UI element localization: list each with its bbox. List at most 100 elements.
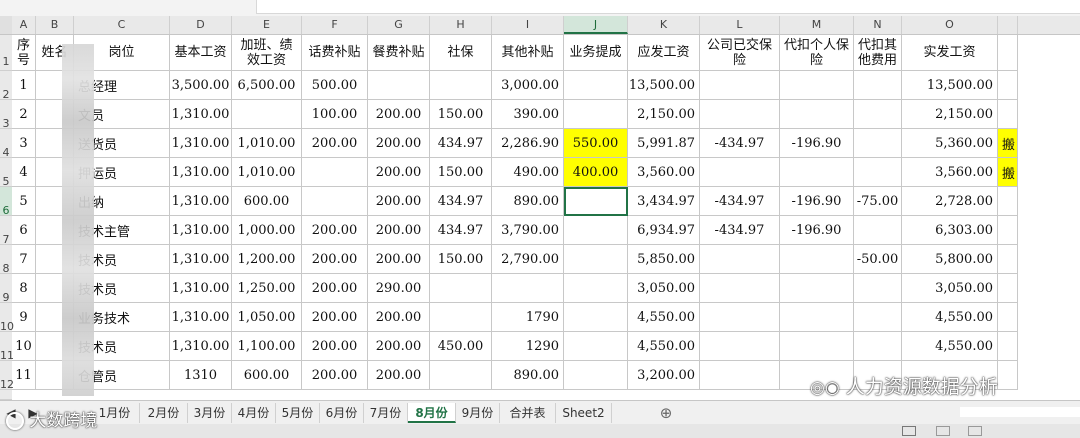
cell-company-insurance[interactable]: -434.97 — [700, 129, 780, 158]
cell-personal-insurance[interactable] — [780, 158, 854, 187]
cell-seq[interactable]: 7 — [12, 245, 36, 274]
cell-column-p[interactable] — [998, 274, 1018, 303]
row-header-1[interactable]: 1 — [0, 35, 12, 71]
cell-other-deductions[interactable] — [854, 303, 902, 332]
cell-column-p[interactable] — [998, 216, 1018, 245]
sheet-tab-3[interactable]: 3月份 — [188, 403, 232, 423]
cell-base-pay[interactable]: 1,310.00 — [170, 216, 232, 245]
cell-meal-allowance[interactable]: 200.00 — [368, 245, 430, 274]
row-header-13[interactable] — [0, 390, 12, 400]
cell-overtime-pay[interactable]: 600.00 — [232, 361, 302, 390]
cell-phone-allowance[interactable] — [302, 158, 368, 187]
cell-commission[interactable] — [564, 100, 628, 129]
cell-overtime-pay[interactable]: 1,050.00 — [232, 303, 302, 332]
cell-gross-pay[interactable]: 3,200.00 — [628, 361, 700, 390]
cell-net-pay[interactable]: 4,550.00 — [902, 303, 998, 332]
cell-seq[interactable]: 6 — [12, 216, 36, 245]
cell-overtime-pay[interactable]: 1,010.00 — [232, 158, 302, 187]
page-layout-icon[interactable] — [936, 426, 950, 436]
cell-seq[interactable]: 11 — [12, 361, 36, 390]
cell-company-insurance[interactable]: -434.97 — [700, 187, 780, 216]
cell-phone-allowance[interactable]: 200.00 — [302, 274, 368, 303]
header-meal-allowance[interactable]: 餐费补贴 — [368, 35, 430, 71]
cell-commission[interactable] — [564, 187, 628, 216]
cell-commission[interactable] — [564, 332, 628, 361]
cell-other-allowance[interactable]: 390.00 — [492, 100, 564, 129]
cell-other-allowance[interactable]: 2,790.00 — [492, 245, 564, 274]
cell-commission[interactable] — [564, 245, 628, 274]
cell-net-pay[interactable]: 13,500.00 — [902, 71, 998, 100]
cell-meal-allowance[interactable] — [368, 71, 430, 100]
column-header-c[interactable]: C — [74, 16, 170, 34]
cell-overtime-pay[interactable]: 1,250.00 — [232, 274, 302, 303]
cell-column-p[interactable] — [998, 187, 1018, 216]
cell-company-insurance[interactable] — [700, 361, 780, 390]
sheet-tab-11[interactable]: Sheet2 — [556, 403, 612, 423]
cell-base-pay[interactable]: 1,310.00 — [170, 274, 232, 303]
column-header-j[interactable]: J — [564, 16, 628, 34]
cell-seq[interactable]: 9 — [12, 303, 36, 332]
cell-net-pay[interactable]: 2,728.00 — [902, 187, 998, 216]
cell-overtime-pay[interactable]: 1,010.00 — [232, 129, 302, 158]
column-header-f[interactable]: F — [302, 16, 368, 34]
cell-phone-allowance[interactable] — [302, 187, 368, 216]
formula-bar[interactable] — [256, 0, 1080, 14]
row-header-4[interactable]: 4 — [0, 129, 12, 159]
cell-column-p[interactable] — [998, 71, 1018, 100]
cell-phone-allowance[interactable]: 200.00 — [302, 245, 368, 274]
header-other-deductions[interactable]: 代扣其他费用 — [854, 35, 902, 71]
row-header-5[interactable]: 5 — [0, 158, 12, 188]
cell-other-deductions[interactable] — [854, 100, 902, 129]
column-header-h[interactable]: H — [430, 16, 492, 34]
header-gross-pay[interactable]: 应发工资 — [628, 35, 700, 71]
cell-social-insurance[interactable]: 434.97 — [430, 187, 492, 216]
cell-overtime-pay[interactable] — [232, 100, 302, 129]
cell-other-deductions[interactable] — [854, 274, 902, 303]
cell-phone-allowance[interactable]: 200.00 — [302, 216, 368, 245]
cell-base-pay[interactable]: 1,310.00 — [170, 100, 232, 129]
cell-other-allowance[interactable]: 2,286.90 — [492, 129, 564, 158]
cell-meal-allowance[interactable]: 200.00 — [368, 303, 430, 332]
column-header-n[interactable]: N — [854, 16, 902, 34]
cell-base-pay[interactable]: 1,310.00 — [170, 129, 232, 158]
cell-net-pay[interactable]: 5,360.00 — [902, 129, 998, 158]
sheet-tab-9[interactable]: 9月份 — [456, 403, 500, 423]
cell-social-insurance[interactable]: 434.97 — [430, 216, 492, 245]
horizontal-scrollbar[interactable] — [960, 407, 1080, 417]
column-header-e[interactable]: E — [232, 16, 302, 34]
cell-seq[interactable]: 8 — [12, 274, 36, 303]
cell-other-deductions[interactable]: -75.00 — [854, 187, 902, 216]
cell-social-insurance[interactable] — [430, 361, 492, 390]
cell-seq[interactable]: 1 — [12, 71, 36, 100]
row-header-9[interactable]: 9 — [0, 274, 12, 304]
cell-personal-insurance[interactable]: -196.90 — [780, 129, 854, 158]
cell-social-insurance[interactable]: 150.00 — [430, 245, 492, 274]
normal-view-icon[interactable] — [902, 426, 916, 436]
page-break-icon[interactable] — [968, 426, 982, 436]
cell-company-insurance[interactable] — [700, 303, 780, 332]
cell-gross-pay[interactable]: 3,050.00 — [628, 274, 700, 303]
cell-gross-pay[interactable]: 3,434.97 — [628, 187, 700, 216]
cell-gross-pay[interactable]: 4,550.00 — [628, 303, 700, 332]
cell-net-pay[interactable]: 5,800.00 — [902, 245, 998, 274]
column-header-d[interactable]: D — [170, 16, 232, 34]
cell-personal-insurance[interactable]: -196.90 — [780, 216, 854, 245]
cell-gross-pay[interactable]: 6,934.97 — [628, 216, 700, 245]
cell-seq[interactable]: 4 — [12, 158, 36, 187]
cell-company-insurance[interactable] — [700, 245, 780, 274]
cell-company-insurance[interactable] — [700, 158, 780, 187]
header-company-insurance[interactable]: 公司已交保险 — [700, 35, 780, 71]
cell-seq[interactable]: 2 — [12, 100, 36, 129]
header-base-pay[interactable]: 基本工资 — [170, 35, 232, 71]
cell-personal-insurance[interactable] — [780, 71, 854, 100]
cell-base-pay[interactable]: 3,500.00 — [170, 71, 232, 100]
cell-other-allowance[interactable]: 1790 — [492, 303, 564, 332]
header-seq[interactable]: 序号 — [12, 35, 36, 71]
cell-column-p[interactable] — [998, 332, 1018, 361]
cell-base-pay[interactable]: 1,310.00 — [170, 158, 232, 187]
cell-social-insurance[interactable] — [430, 274, 492, 303]
cell-gross-pay[interactable]: 4,550.00 — [628, 332, 700, 361]
cell-commission[interactable] — [564, 71, 628, 100]
header-commission[interactable]: 业务提成 — [564, 35, 628, 71]
cell-personal-insurance[interactable] — [780, 100, 854, 129]
